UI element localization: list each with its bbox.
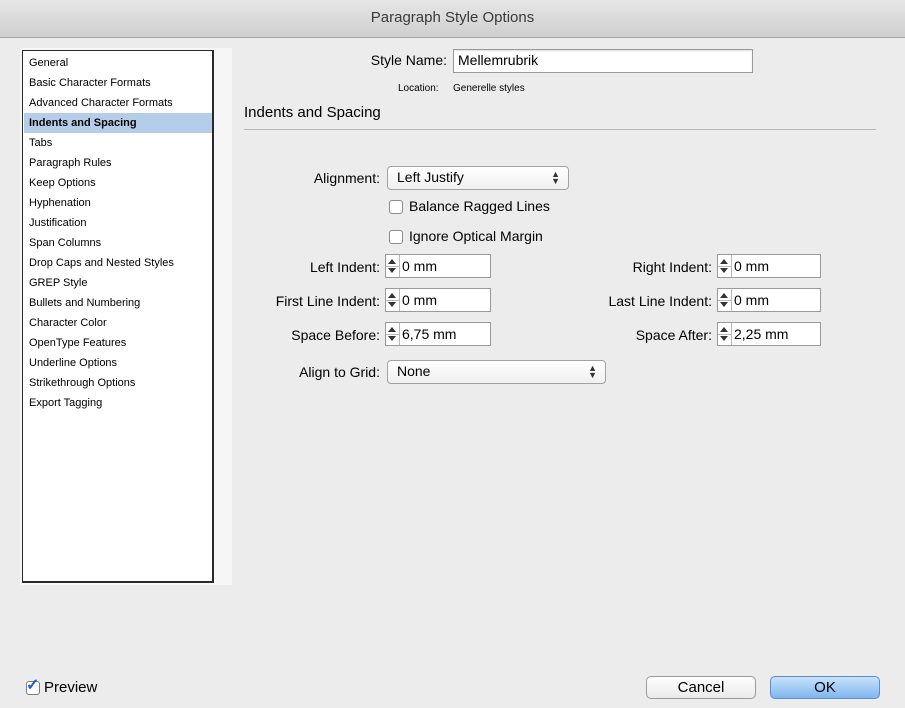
align-grid-dropdown[interactable]: None ▲ ▼ <box>387 360 606 384</box>
alignment-value: Left Justify <box>397 169 464 185</box>
space-after-field[interactable]: 2,25 mm <box>717 322 821 346</box>
align-grid-label: Align to Grid: <box>299 364 380 380</box>
section-divider <box>244 129 876 130</box>
right-indent-field[interactable]: 0 mm <box>717 254 821 278</box>
preview-checkbox[interactable]: ✓ <box>26 677 40 695</box>
stepper-icon[interactable] <box>718 323 732 345</box>
window-title: Paragraph Style Options <box>370 9 535 26</box>
checkmark-icon: ✓ <box>26 677 40 694</box>
balance-ragged-label: Balance Ragged Lines <box>409 198 550 214</box>
space-before-field[interactable]: 6,75 mm <box>385 322 491 346</box>
updown-arrows-icon: ▲ ▼ <box>551 169 560 186</box>
sidebar-item[interactable]: Paragraph Rules <box>24 153 212 173</box>
right-indent-value: 0 mm <box>734 258 769 274</box>
stepper-icon[interactable] <box>386 323 400 345</box>
style-name-input[interactable]: Mellemrubrik <box>453 49 753 73</box>
first-line-indent-value: 0 mm <box>402 292 437 308</box>
sidebar-item[interactable]: Justification <box>24 213 212 233</box>
cancel-button[interactable]: Cancel <box>646 676 756 699</box>
sidebar-item[interactable]: Character Color <box>24 313 212 333</box>
alignment-label: Alignment: <box>313 170 380 186</box>
style-name-label: Style Name: <box>370 52 447 68</box>
last-line-indent-label: Last Line Indent: <box>608 293 712 309</box>
balance-ragged-checkbox[interactable] <box>389 200 403 214</box>
right-indent-label: Right Indent: <box>632 259 712 275</box>
left-indent-field[interactable]: 0 mm <box>385 254 491 278</box>
sidebar-item[interactable]: Strikethrough Options <box>24 373 212 393</box>
left-indent-label: Left Indent: <box>309 259 380 275</box>
sidebar-item[interactable]: Keep Options <box>24 173 212 193</box>
category-list[interactable]: General Basic Character Formats Advanced C… <box>22 50 214 583</box>
sidebar-item[interactable]: Basic Character Formats <box>24 73 212 93</box>
align-grid-value: None <box>397 363 431 379</box>
title-bar: Paragraph Style Options <box>0 0 905 38</box>
sidebar-item[interactable]: Bullets and Numbering <box>24 293 212 313</box>
location-label: Location: <box>398 83 439 94</box>
section-title: Indents and Spacing <box>244 104 381 121</box>
ignore-optical-label: Ignore Optical Margin <box>409 228 543 244</box>
ignore-optical-checkbox[interactable] <box>389 230 403 244</box>
sidebar-item[interactable]: GREP Style <box>24 273 212 293</box>
sidebar-item[interactable]: Export Tagging <box>24 393 212 413</box>
sidebar-item[interactable]: Span Columns <box>24 233 212 253</box>
stepper-icon[interactable] <box>718 255 732 277</box>
stepper-icon[interactable] <box>718 289 732 311</box>
first-line-indent-label: First Line Indent: <box>275 293 380 309</box>
sidebar-item[interactable]: Drop Caps and Nested Styles <box>24 253 212 273</box>
first-line-indent-field[interactable]: 0 mm <box>385 288 491 312</box>
location-value: Generelle styles <box>453 83 525 94</box>
alignment-dropdown[interactable]: Left Justify ▲ ▼ <box>387 166 569 190</box>
sidebar-item[interactable]: General <box>24 53 212 73</box>
sidebar-item[interactable]: Advanced Character Formats <box>24 93 212 113</box>
space-before-value: 6,75 mm <box>402 326 457 342</box>
updown-arrows-icon: ▲ ▼ <box>588 363 597 380</box>
stepper-icon[interactable] <box>386 255 400 277</box>
stepper-icon[interactable] <box>386 289 400 311</box>
sidebar-item[interactable]: Tabs <box>24 133 212 153</box>
space-after-label: Space After: <box>635 327 712 343</box>
last-line-indent-field[interactable]: 0 mm <box>717 288 821 312</box>
sidebar-item[interactable]: Underline Options <box>24 353 212 373</box>
sidebar-item[interactable]: Hyphenation <box>24 193 212 213</box>
sidebar-item[interactable]: OpenType Features <box>24 333 212 353</box>
ok-button[interactable]: OK <box>770 676 880 699</box>
space-after-value: 2,25 mm <box>734 326 789 342</box>
sidebar-item[interactable]: Indents and Spacing <box>24 113 212 133</box>
space-before-label: Space Before: <box>291 327 380 343</box>
left-indent-value: 0 mm <box>402 258 437 274</box>
last-line-indent-value: 0 mm <box>734 292 769 308</box>
preview-label: Preview <box>44 679 98 696</box>
